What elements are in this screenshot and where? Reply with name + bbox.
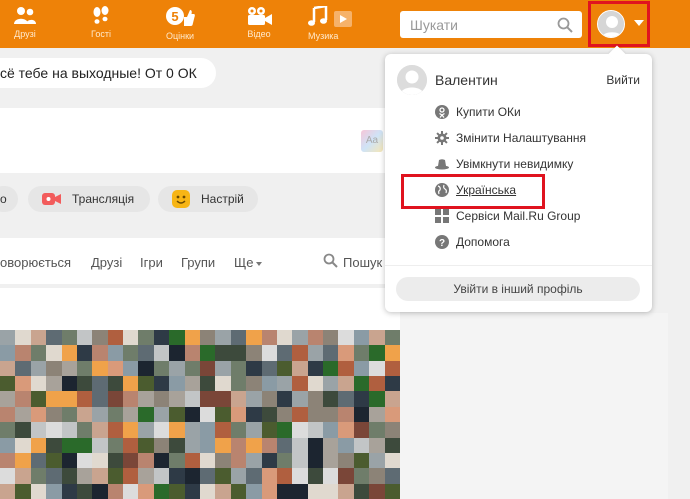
action-pill-partial-label: о bbox=[0, 192, 7, 206]
nav-video-label: Відео bbox=[247, 29, 271, 39]
promo-banner[interactable]: сё тебе на выходные! От 0 ОК bbox=[0, 58, 216, 88]
avatar-placeholder-icon bbox=[598, 11, 624, 37]
logout-link[interactable]: Вийти bbox=[606, 73, 640, 87]
tab-groups[interactable]: Групи bbox=[181, 255, 215, 270]
smiley-icon bbox=[172, 190, 190, 208]
mood-button[interactable]: Настрій bbox=[158, 186, 258, 212]
nav-ratings-label: Оцінки bbox=[165, 31, 195, 41]
menu-item-label: Допомога bbox=[456, 235, 510, 249]
search-box bbox=[400, 11, 582, 38]
nav-friends-label: Друзі bbox=[14, 29, 36, 39]
top-bar: Друзі Гості 5 Оцінки Відео Музика Шукати bbox=[0, 0, 690, 48]
search-input[interactable] bbox=[410, 15, 550, 34]
nav-friends[interactable]: Друзі bbox=[0, 6, 50, 46]
font-style-button[interactable]: Aa bbox=[361, 130, 383, 152]
menu-item-label: Купити ОКи bbox=[456, 105, 521, 119]
user-name[interactable]: Валентин bbox=[435, 72, 498, 88]
music-note-icon bbox=[308, 6, 352, 27]
mood-label: Настрій bbox=[201, 192, 244, 206]
video-camera-icon bbox=[248, 7, 272, 25]
menu-item-label: Змінити Налаштування bbox=[456, 131, 586, 145]
nav-guests-label: Гості bbox=[91, 29, 111, 39]
svg-text:?: ? bbox=[439, 238, 445, 249]
avatar bbox=[597, 10, 625, 38]
feed-search-icon[interactable] bbox=[323, 253, 338, 268]
promo-banner-text: сё тебе на выходные! От 0 ОК bbox=[0, 65, 197, 81]
help-icon: ? bbox=[435, 235, 449, 249]
tab-more[interactable]: Ще bbox=[234, 255, 263, 270]
action-pill-partial[interactable]: о bbox=[0, 186, 18, 212]
chevron-down-icon bbox=[634, 20, 644, 26]
ok-coin-icon bbox=[435, 105, 449, 119]
hat-icon bbox=[435, 159, 449, 170]
ratings-badge: 5 bbox=[171, 9, 178, 24]
chevron-down-icon bbox=[256, 261, 263, 266]
menu-item-label: Сервіси Mail.Ru Group bbox=[456, 209, 581, 223]
tab-discussions[interactable]: оворюється bbox=[0, 255, 71, 270]
broadcast-camera-icon bbox=[42, 193, 61, 205]
nav-video[interactable]: Відео bbox=[234, 6, 284, 46]
gear-icon bbox=[435, 131, 449, 145]
right-column bbox=[400, 313, 668, 499]
feed-image[interactable] bbox=[0, 330, 400, 499]
post-composer[interactable] bbox=[0, 108, 400, 173]
grid-icon bbox=[435, 209, 449, 223]
dropdown-avatar[interactable] bbox=[397, 65, 427, 95]
tab-games[interactable]: Ігри bbox=[140, 255, 163, 270]
menu-divider bbox=[385, 265, 652, 266]
tab-more-label: Ще bbox=[234, 255, 254, 270]
search-icon[interactable] bbox=[557, 17, 573, 33]
avatar-placeholder-icon bbox=[397, 65, 427, 95]
nav-music[interactable]: Музика bbox=[305, 6, 355, 46]
nav-ratings[interactable]: 5 Оцінки bbox=[155, 6, 205, 46]
broadcast-label: Трансляція bbox=[72, 192, 135, 206]
switch-profile-button[interactable]: Увійти в інший профіль bbox=[396, 277, 640, 301]
user-menu-button[interactable] bbox=[588, 1, 650, 47]
nav-music-label: Музика bbox=[308, 31, 339, 41]
broadcast-button[interactable]: Трансляція bbox=[28, 186, 150, 212]
language-highlight-box bbox=[401, 174, 545, 209]
thumbs-up-icon: 5 bbox=[166, 7, 195, 26]
nav-guests[interactable]: Гості bbox=[76, 6, 126, 46]
menu-item-label: Увімкнути невидимку bbox=[456, 157, 574, 171]
footprints-icon bbox=[93, 6, 109, 24]
tab-friends[interactable]: Друзі bbox=[91, 255, 122, 270]
friends-icon bbox=[14, 7, 36, 24]
